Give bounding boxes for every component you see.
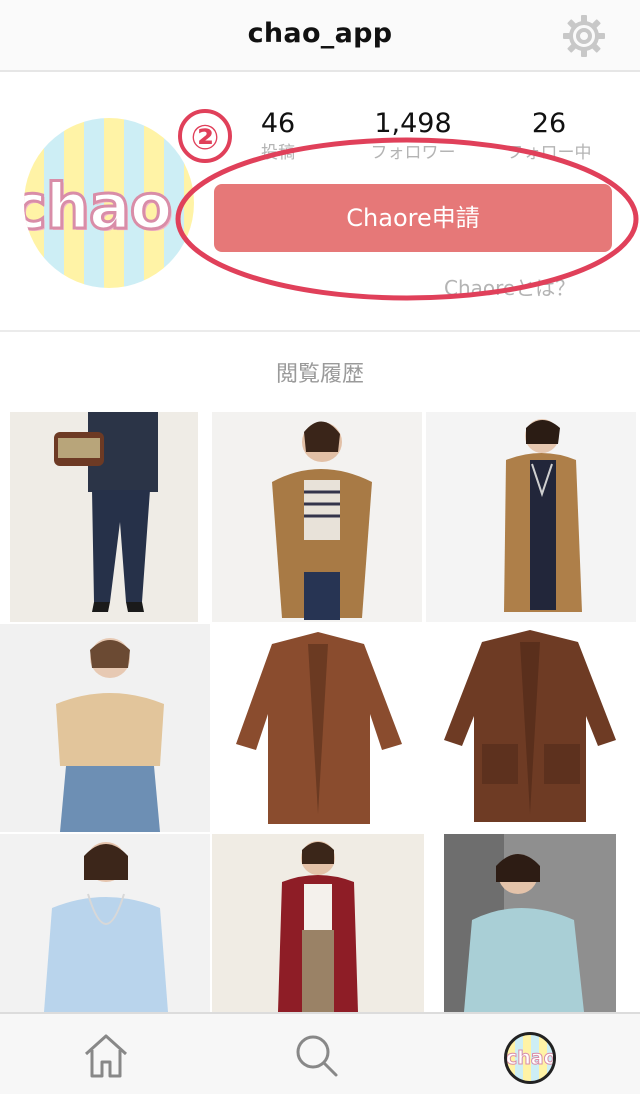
- avatar-logo-text: chao: [24, 169, 174, 245]
- brown-cardigan-photo: [212, 624, 424, 832]
- tab-avatar-text: chao: [506, 1047, 556, 1070]
- profile-avatar-icon[interactable]: chao: [504, 1032, 556, 1084]
- step-number-badge: ②: [178, 109, 232, 163]
- history-item-7[interactable]: [0, 834, 210, 1012]
- woman-light-blue-sweater-photo: [0, 834, 210, 1012]
- history-item-1[interactable]: [10, 412, 198, 622]
- brown-pocket-cardigan-photo: [426, 624, 636, 832]
- history-item-3[interactable]: [426, 412, 636, 622]
- woman-camel-coat-photo: [212, 412, 422, 622]
- home-icon[interactable]: [76, 1028, 136, 1084]
- history-item-9[interactable]: [444, 834, 616, 1012]
- history-item-2[interactable]: [212, 412, 422, 622]
- header: chao_app: [0, 0, 640, 72]
- history-item-4[interactable]: [0, 624, 210, 832]
- woman-handbag-navy-pants-photo: [10, 412, 198, 622]
- stat-followers-value: 1,498: [374, 108, 452, 139]
- history-item-6[interactable]: [426, 624, 636, 832]
- history-item-5[interactable]: [212, 624, 424, 832]
- chaore-request-button[interactable]: Chaore申請: [214, 184, 612, 252]
- step-number-text: ②: [191, 118, 220, 158]
- bottom-tab-bar: chao: [0, 1012, 640, 1094]
- stat-followers[interactable]: 1,498 フォロワー: [348, 106, 478, 164]
- app-title: chao_app: [247, 18, 393, 49]
- history-title: 閲覧履歴: [275, 362, 364, 387]
- stat-following-label: フォロー中: [506, 143, 592, 163]
- search-icon[interactable]: [286, 1028, 346, 1084]
- history-item-8[interactable]: [212, 834, 424, 1012]
- woman-camel-long-cardigan-photo: [426, 412, 636, 622]
- stat-followers-label: フォロワー: [370, 143, 456, 163]
- woman-red-cardigan-photo: [212, 834, 424, 1012]
- woman-beige-sweater-photo: [0, 624, 210, 832]
- what-is-chaore-link[interactable]: Chaoreとは？: [444, 272, 575, 301]
- section-divider: [0, 330, 640, 332]
- gear-icon[interactable]: [560, 12, 608, 60]
- stat-following-value: 26: [531, 108, 567, 139]
- woman-mint-fluffy-sweater-photo: [444, 834, 616, 1012]
- profile-avatar[interactable]: chao: [24, 118, 194, 288]
- stat-following[interactable]: 26 フォロー中: [484, 106, 614, 164]
